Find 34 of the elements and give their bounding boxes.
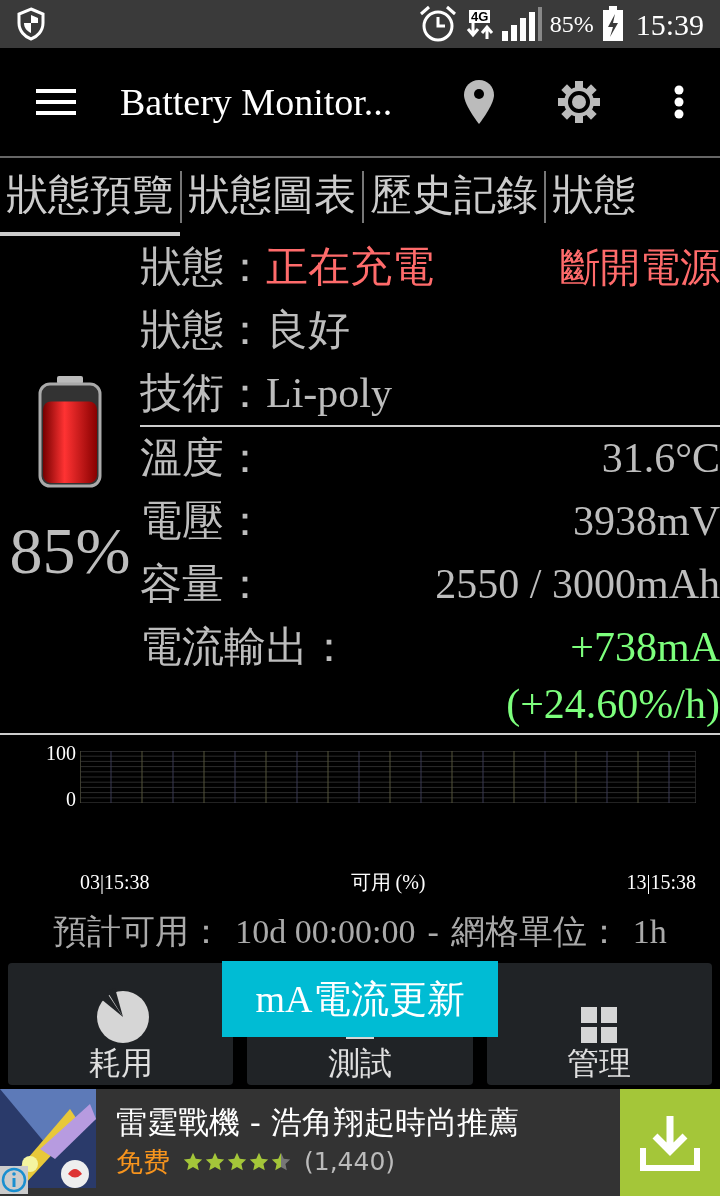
battery-percent-large: 85% bbox=[9, 518, 131, 584]
toast: mA電流更新 bbox=[222, 961, 498, 1037]
clock-time: 15:39 bbox=[635, 6, 704, 43]
info-value: 31.6°C bbox=[601, 434, 720, 483]
info-value: +738mA bbox=[570, 623, 720, 672]
grid-unit-label: 網格單位： bbox=[450, 911, 621, 952]
estimate-value: 10d 00:00:00 bbox=[235, 911, 416, 952]
info-value: 3938mV bbox=[573, 497, 720, 546]
axis-label: 100 bbox=[46, 743, 76, 763]
app-title: Battery Monitor... bbox=[120, 79, 393, 125]
axis-title: 可用 (%) bbox=[350, 870, 426, 896]
info-label: 容量： bbox=[140, 560, 266, 609]
info-value: Li-poly bbox=[266, 369, 392, 418]
info-label: 狀態： bbox=[140, 243, 266, 292]
axis-label: 0 bbox=[66, 789, 76, 809]
info-label: 狀態： bbox=[140, 306, 266, 355]
info-label: 溫度： bbox=[140, 434, 266, 483]
info-label: 電流輸出： bbox=[140, 623, 350, 672]
info-label: 電壓： bbox=[140, 497, 266, 546]
info-value: 良好 bbox=[266, 306, 350, 355]
axis-label: 13|15:38 bbox=[626, 870, 696, 896]
rating-count: (1,440) bbox=[304, 1146, 396, 1179]
battery-percent: 85% bbox=[549, 10, 594, 39]
ad-price: 免费 bbox=[116, 1144, 170, 1179]
estimate-label: 預計可用： bbox=[53, 911, 224, 952]
separator: - bbox=[427, 911, 439, 952]
axis-label: 03|15:38 bbox=[80, 870, 150, 896]
ad-title: 雷霆戰機 - 浩角翔起時尚推薦 bbox=[116, 1102, 520, 1142]
info-value: 正在充電 bbox=[266, 243, 434, 292]
info-value: 2550 / 3000mAh bbox=[435, 560, 720, 609]
grid-unit-value: 1h bbox=[632, 911, 667, 952]
network-type-label: 4G bbox=[469, 9, 491, 23]
info-label: 技術： bbox=[140, 369, 266, 418]
info-rate: (+24.60%/h) bbox=[506, 679, 720, 729]
